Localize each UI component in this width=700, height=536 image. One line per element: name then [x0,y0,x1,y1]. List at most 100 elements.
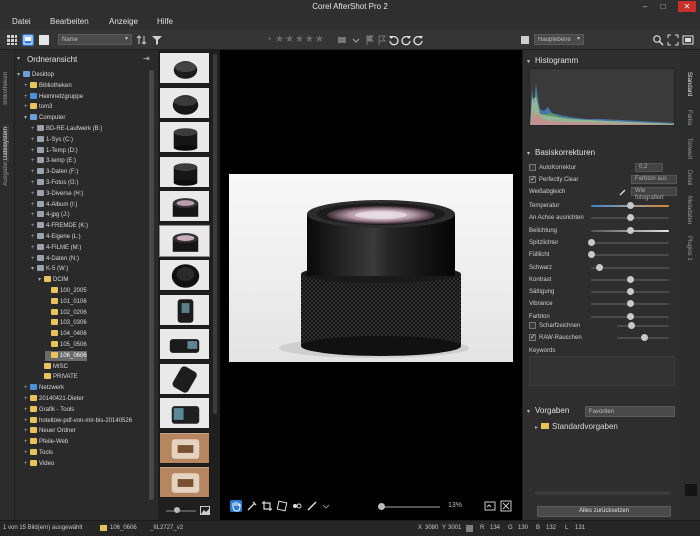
tree-node[interactable]: + Video [24,459,54,469]
tree-node[interactable]: + Bibliotheken [24,81,72,91]
tab-ausgabe[interactable]: Ausgabe [3,162,9,186]
tree-node[interactable]: +3-Fotos (G:) [31,178,78,188]
tree-node[interactable]: +4-Album (I:) [31,200,77,210]
eyedropper-icon[interactable] [246,500,258,512]
collapse-triangle-icon[interactable]: ▾ [17,55,20,62]
filter-icon[interactable] [151,34,163,46]
expand-triangle-icon[interactable]: ▸ [535,425,538,431]
thumbnail-size-control[interactable] [160,506,210,516]
rotate-left-icon[interactable] [388,34,400,46]
minimize-button[interactable]: – [638,1,652,12]
tree-node[interactable]: + Grafik - Tools [24,405,74,415]
sharpen-checkbox[interactable] [529,322,536,329]
thumbnail-scrollbar[interactable] [212,54,218,494]
close-button[interactable]: ✕ [678,1,696,12]
tree-node[interactable]: 104_0406 [45,329,87,339]
thumbnail[interactable] [159,293,210,326]
tree-node[interactable]: +4-Eigene (L:) [31,232,81,242]
tree-node[interactable]: + Neuer Ordner [24,426,76,436]
undo-icon[interactable] [400,34,412,46]
straighten-icon[interactable] [276,500,288,512]
layer-select[interactable]: Hauptebene ▾ [534,34,584,45]
tree-node[interactable]: 103_0306 [45,318,87,328]
slider-track[interactable] [591,254,669,257]
sort-order-icon[interactable] [136,34,148,46]
slider-knob[interactable] [627,202,634,209]
zoom-slider[interactable] [380,506,440,508]
tab-standard[interactable]: Standard [686,72,692,96]
reset-all-button[interactable]: Alles zurücksetzen [537,506,671,517]
fit-icon[interactable] [667,34,679,46]
tree-node[interactable]: + BD-RE-Laufwerk (B:) [31,124,102,134]
redo-icon[interactable] [412,34,424,46]
thumbnail[interactable] [159,362,210,395]
tab-bibliotheken[interactable]: Bibliotheken [3,72,9,105]
tree-node[interactable]: ▾ DCIM [38,275,68,285]
thumbnail[interactable] [159,397,210,429]
autocorrect-checkbox[interactable] [529,164,536,171]
thumbnail[interactable] [159,190,210,222]
raw-noise-checkbox[interactable] [529,333,536,343]
book-icon[interactable] [519,34,531,46]
menu-anzeige[interactable]: Anzeige [109,17,138,26]
tab-metadaten[interactable]: Metadaten [686,196,692,224]
tree-node[interactable]: + Netzwerk [24,383,64,393]
clear-rating-icon[interactable]: ● [268,36,272,42]
sharpen-slider[interactable] [617,325,669,327]
split-view-icon[interactable] [22,34,34,46]
tree-node[interactable]: 105_0506 [45,340,87,350]
tree-node[interactable]: +4-FILME (M:) [31,243,81,253]
tab-plugins[interactable]: Plugins 1 [686,236,692,261]
thumbnail[interactable] [159,224,210,257]
tree-node[interactable]: 102_0206 [45,308,87,318]
tree-node[interactable]: + Heimnetzgruppe [24,92,83,102]
hand-tool-icon[interactable] [230,500,242,512]
tree-node[interactable]: +3-Daten (F:) [31,167,78,177]
preset-folder-default[interactable]: ▸ Standardvorgaben [535,422,618,431]
slider-knob[interactable] [588,251,595,259]
sharpen-slider-knob[interactable] [628,322,635,329]
slider-knob[interactable] [588,238,595,246]
tree-node[interactable]: ▾ Computer [24,113,65,123]
sort-select[interactable]: Name ▾ [58,34,132,45]
menu-bearbeiten[interactable]: Bearbeiten [50,17,89,26]
expand-icon[interactable] [500,500,512,512]
thumbnail-scrollbar-thumb[interactable] [213,54,217,414]
tree-node[interactable]: + hoteltow-pdf-von-mir-bis-20140526 [24,416,132,426]
slider-knob[interactable] [595,263,603,271]
tab-dateisystem[interactable]: Dateisystem [3,125,9,163]
tree-node[interactable]: +1-Temp (D:) [31,146,78,156]
redeye-icon[interactable] [291,500,303,512]
basic-corrections-header[interactable]: ▾ Basiskorrekturen [527,148,595,160]
histogram-header[interactable]: ▾ Histogramm [527,56,578,68]
thumbnail[interactable] [159,466,210,498]
tree-scrollbar[interactable] [148,70,155,510]
panel-toggle[interactable] [685,484,697,496]
autocorrect-value[interactable]: 0,2 [635,163,663,172]
chevron-down-icon[interactable] [350,34,362,46]
search-icon[interactable] [652,34,664,46]
slider-track[interactable] [591,241,669,244]
thumbnail-size-slider[interactable] [166,510,196,512]
thumbnail[interactable] [159,86,210,119]
thumbnail[interactable] [159,121,210,153]
tree-scrollbar-thumb[interactable] [149,70,154,500]
tree-node[interactable]: 101_0106 [45,297,87,307]
grid-view-icon[interactable] [6,34,18,46]
slider-knob[interactable] [627,226,634,234]
tree-node[interactable]: +4-Daten (N:) [31,254,79,264]
perfectly-clear-select[interactable]: Farbton aus [631,175,677,184]
thumbnail[interactable] [159,155,210,188]
single-view-icon[interactable] [38,34,50,46]
tree-node[interactable]: +3-temp (E:) [31,156,76,166]
presets-filter-select[interactable]: Favoriten [585,406,675,417]
slider-knob[interactable] [627,214,634,222]
thumbnail[interactable] [159,328,210,360]
brush-icon[interactable] [306,500,318,512]
rating-stars[interactable]: ● ★★★★★ [268,34,325,45]
tree-node[interactable]: +1-Sys (C:) [31,135,73,145]
thumbnail-size-knob[interactable] [174,507,180,513]
tree-node[interactable]: 106_0606 [45,350,87,361]
tree-node[interactable]: +3-Diverse (H:) [31,189,83,199]
perfectly-clear-checkbox[interactable] [529,175,536,185]
